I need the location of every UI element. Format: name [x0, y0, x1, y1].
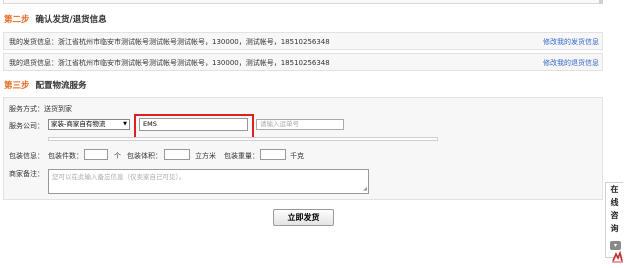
previous-section-box — [3, 0, 602, 4]
ship-address-row: 我的发货信息：浙江省杭州市临安市测试帐号测试帐号测试帐号，130000，测试帐号… — [3, 32, 603, 50]
package-volume-label: 包装体积： — [127, 152, 162, 160]
consult-char: 在 — [610, 185, 619, 194]
remark-textarea[interactable]: 您可以在此输入备忘信息（仅卖家自己可见）。 ◢ — [48, 169, 369, 194]
package-count-input[interactable] — [84, 149, 108, 160]
step2-title: 确认发货/退货信息 — [35, 15, 107, 25]
return-address-text: 我的退货信息：浙江省杭州市临安市测试帐号测试帐号测试帐号，130000，测试帐号… — [9, 59, 330, 67]
highlight-box — [134, 114, 254, 139]
dropdown-arrow-icon: ▼ — [123, 121, 127, 127]
step3-title: 配置物流服务 — [35, 81, 87, 91]
ship-address-text: 我的发货信息：浙江省杭州市临安市测试帐号测试帐号测试帐号，130000，测试帐号… — [9, 38, 330, 46]
remark-label: 商家备注： — [9, 170, 44, 178]
edit-ship-address-link[interactable]: 修改我的发货信息 — [543, 37, 599, 47]
company-label: 服务公司： — [9, 122, 44, 130]
step3-number: 第三步 — [4, 81, 30, 91]
extra-input-bar[interactable] — [48, 137, 438, 141]
logistics-panel: 服务方式：送货到家 服务公司： 家装-商家自有物流 ▼ EMS 请输入运单号 包… — [3, 97, 603, 200]
return-address-row: 我的退货信息：浙江省杭州市临安市测试帐号测试帐号测试帐号，130000，测试帐号… — [3, 53, 603, 71]
consult-char: 线 — [610, 198, 619, 207]
online-consult-widget[interactable]: 在 线 咨 询 ▾ — [605, 182, 623, 258]
chevron-down-icon[interactable]: ▾ — [610, 241, 621, 250]
consult-char: 咨 — [610, 211, 619, 220]
step2-header: 第二步 确认发货/退货信息 — [4, 13, 107, 25]
company-select[interactable]: 家装-商家自有物流 ▼ — [48, 119, 130, 130]
edit-return-address-link[interactable]: 修改我的退货信息 — [543, 58, 599, 68]
service-type-label: 服务方式：送货到家 — [9, 105, 72, 113]
company-select-value: 家装-商家自有物流 — [51, 120, 106, 128]
remark-placeholder: 您可以在此输入备忘信息（仅卖家自己可见）。 — [52, 173, 186, 181]
scroll-handle[interactable] — [599, 0, 603, 4]
package-volume-unit: 立方米 — [195, 152, 216, 160]
package-count-unit: 个 — [114, 152, 121, 160]
package-info-label: 包装信息： — [9, 152, 44, 160]
package-weight-unit: 千克 — [290, 152, 304, 160]
resize-grip-icon[interactable]: ◢ — [363, 187, 367, 192]
consult-char: 询 — [610, 224, 619, 233]
ship-now-button[interactable]: 立即发货 — [273, 209, 334, 226]
package-weight-label: 包装重量： — [224, 152, 259, 160]
tracking-number-input[interactable]: 请输入运单号 — [256, 119, 344, 130]
package-count-label: 包装件数： — [48, 152, 83, 160]
package-weight-input[interactable] — [260, 149, 286, 160]
step2-number: 第二步 — [4, 15, 30, 25]
step3-header: 第三步 配置物流服务 — [4, 79, 87, 91]
package-volume-input[interactable] — [164, 149, 190, 160]
consult-logo-icon — [612, 250, 623, 263]
